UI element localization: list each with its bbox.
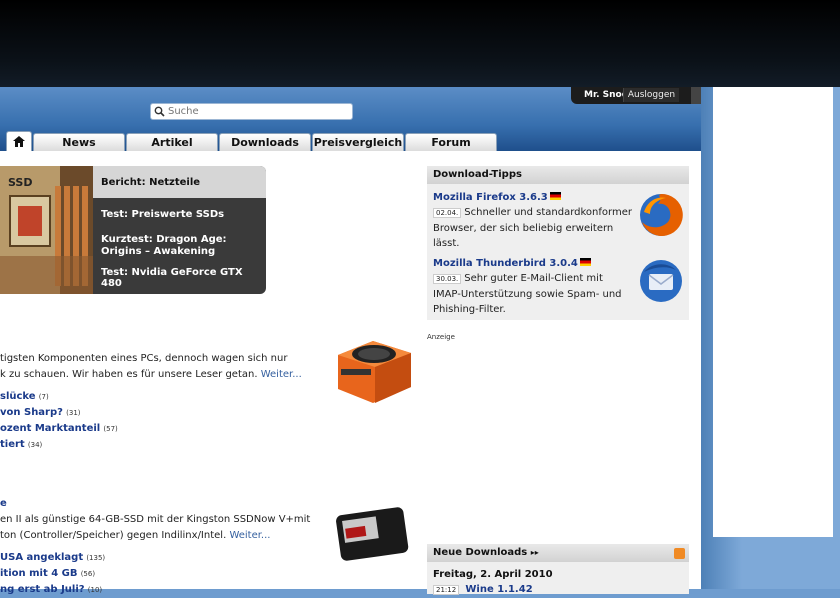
download-day: Freitag, 2. April 2010 [433, 569, 553, 580]
tab-home[interactable] [6, 131, 32, 151]
article-text-line: en II als günstige 64-GB-SSD mit der Kin… [0, 514, 311, 525]
article-kingston-ssd: e en II als günstige 64-GB-SSD mit der K… [0, 496, 330, 598]
related-link: von Sharp? (31) [0, 405, 330, 421]
new-download-title[interactable]: Wine 1.1.42 [465, 584, 532, 595]
comment-count: (56) [80, 570, 96, 578]
rss-icon[interactable] [674, 548, 685, 559]
home-icon [13, 136, 25, 147]
related-link-text[interactable]: von Sharp? [0, 407, 63, 418]
download-title-link[interactable]: Mozilla Firefox 3.6.3 [433, 192, 548, 203]
comment-count: (7) [38, 393, 49, 401]
download-title-link[interactable]: Mozilla Thunderbird 3.0.4 [433, 258, 578, 269]
download-desc: Phishing-Filter. [433, 304, 506, 315]
featured-slider: SSD Bericht: Netzteile Test: Preiswerte … [0, 166, 266, 294]
article-text-line: k zu schauen. Wir haben es für unsere Le… [0, 369, 258, 380]
featured-image[interactable]: SSD [0, 166, 93, 294]
related-link: ition mit 4 GB (56) [0, 566, 330, 582]
tab-preisvergleich[interactable]: Preisvergleich [312, 133, 404, 151]
read-more-link[interactable]: Weiter... [261, 369, 302, 380]
tab-news[interactable]: News [33, 133, 125, 151]
download-date: 02.04. [433, 208, 462, 218]
german-flag-icon [579, 258, 591, 266]
download-desc: Browser, der sich beliebig erweitern [433, 223, 614, 234]
top-black-bar [0, 0, 840, 87]
related-link-text[interactable]: tiert [0, 439, 25, 450]
ssd-image[interactable] [334, 503, 410, 561]
related-link-text[interactable]: ition mit 4 GB [0, 568, 78, 579]
tab-downloads[interactable]: Downloads [219, 133, 311, 151]
related-link: ng erst ab Juli? (10) [0, 582, 330, 598]
article-netzteile: tigsten Komponenten eines PCs, dennoch w… [0, 351, 330, 453]
download-time: 21:12 [433, 585, 460, 595]
tab-forum[interactable]: Forum [405, 133, 497, 151]
related-link: slücke (7) [0, 389, 330, 405]
comment-count: (34) [27, 441, 43, 449]
search-input[interactable] [168, 104, 348, 119]
slider-item-dragon-age[interactable]: Kurztest: Dragon Age: Origins – Awakenin… [93, 230, 266, 262]
download-tips-box: Download-Tipps Mozilla Firefox 3.6.3 02.… [427, 166, 689, 320]
download-desc: IMAP-Unterstützung sowie Spam- und [433, 289, 622, 300]
tab-artikel[interactable]: Artikel [126, 133, 218, 151]
article-title-link[interactable]: e [0, 498, 7, 509]
main-nav: News Artikel Downloads Preisvergleich Fo… [0, 131, 701, 151]
featured-image-caption: SSD [8, 176, 32, 189]
user-bar-edge [691, 87, 701, 104]
download-desc: lässt. [433, 238, 460, 249]
german-flag-icon [549, 192, 561, 200]
download-date: 30.03. [433, 274, 462, 284]
double-arrow-icon: ▸▸ [530, 548, 539, 557]
ad-label: Anzeige [427, 333, 455, 341]
download-desc: Schneller und standardkonformer [464, 207, 632, 218]
download-item-firefox: Mozilla Firefox 3.6.3 02.04. Schneller un… [433, 190, 633, 251]
related-link-text[interactable]: ng erst ab Juli? [0, 584, 85, 595]
related-link-text[interactable]: USA angeklagt [0, 552, 83, 563]
firefox-icon[interactable] [638, 192, 684, 238]
read-more-link[interactable]: Weiter... [229, 530, 270, 541]
psu-image[interactable] [333, 337, 413, 405]
search-icon [154, 106, 165, 117]
right-ad-area [713, 87, 833, 537]
slider-item-gtx480[interactable]: Test: Nvidia GeForce GTX 480 [93, 262, 266, 294]
main-content: SSD Bericht: Netzteile Test: Preiswerte … [0, 151, 701, 595]
search-box[interactable] [150, 103, 353, 120]
comment-count: (10) [87, 586, 103, 594]
logout-button[interactable]: Ausloggen [623, 88, 679, 102]
new-downloads-heading[interactable]: Neue Downloads ▸▸ [427, 544, 689, 562]
comment-count: (31) [66, 409, 81, 417]
download-tips-heading: Download-Tipps [427, 166, 689, 184]
new-downloads-box: Neue Downloads ▸▸ Freitag, 2. April 2010… [427, 544, 689, 595]
article-text-line: tigsten Komponenten eines PCs, dennoch w… [0, 353, 288, 364]
download-desc: Sehr guter E-Mail-Client mit [464, 273, 603, 284]
download-item-thunderbird: Mozilla Thunderbird 3.0.4 30.03. Sehr gut… [433, 256, 633, 317]
new-download-row: 21:12 Wine 1.1.42 [433, 584, 533, 595]
related-link-text[interactable]: slücke [0, 391, 36, 402]
slider-item-ssds[interactable]: Test: Preiswerte SSDs [93, 198, 266, 230]
thunderbird-icon[interactable] [638, 258, 684, 304]
related-link: tiert (34) [0, 437, 330, 453]
slider-item-netzteile[interactable]: Bericht: Netzteile [93, 166, 266, 198]
article-text-line: ton (Controller/Speicher) gegen Indilinx… [0, 530, 227, 541]
related-link-text[interactable]: ozent Marktanteil [0, 423, 100, 434]
user-bar: Mr. Snoop Ausloggen [571, 87, 701, 104]
related-link: ozent Marktanteil (57) [0, 421, 330, 437]
comment-count: (57) [103, 425, 118, 433]
related-link: USA angeklagt (135) [0, 550, 330, 566]
comment-count: (135) [86, 554, 106, 562]
new-downloads-heading-text: Neue Downloads [433, 547, 528, 558]
